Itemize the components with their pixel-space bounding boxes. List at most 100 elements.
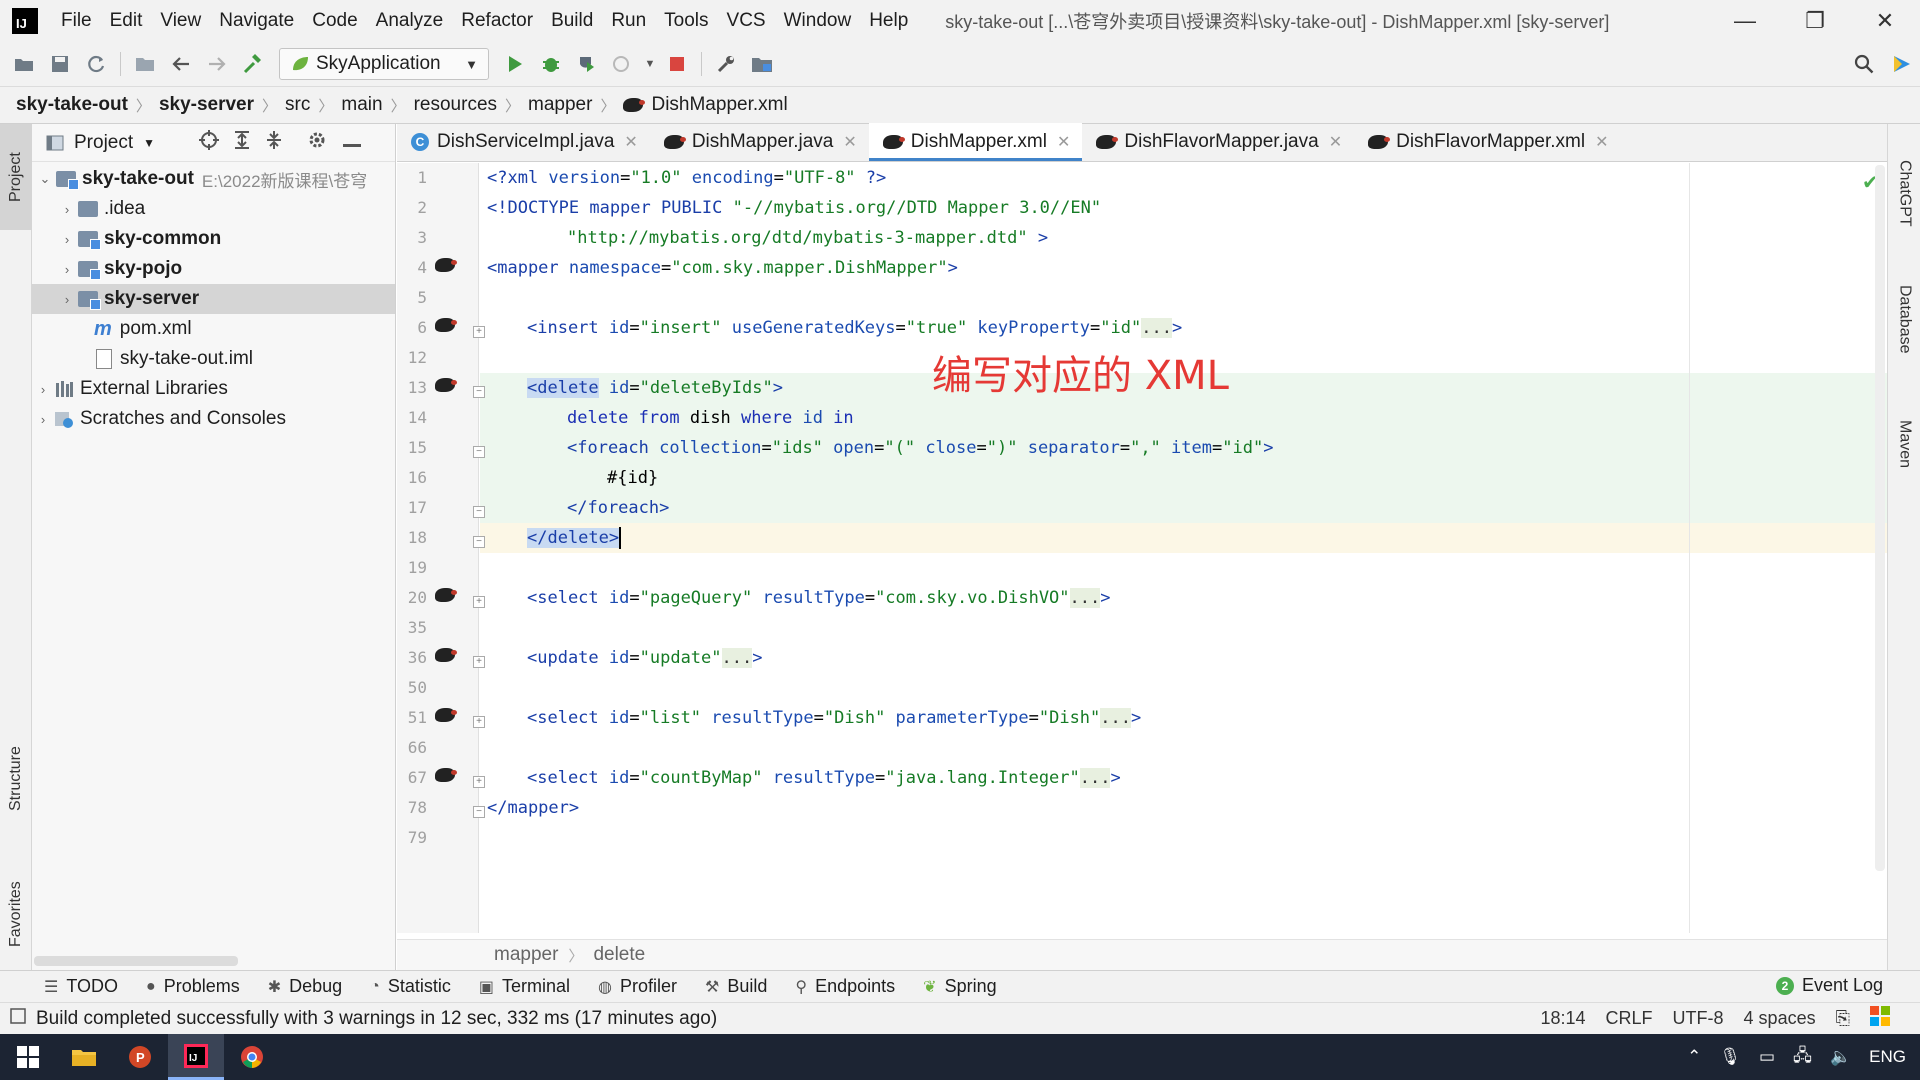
menu-view[interactable]: View: [151, 10, 210, 32]
fold-expand-icon[interactable]: +: [473, 776, 485, 788]
fold-end-icon[interactable]: −: [473, 506, 485, 518]
tree-item-idea[interactable]: › .idea: [32, 194, 395, 224]
close-tab-icon[interactable]: ✕: [843, 132, 856, 152]
build-tab[interactable]: ⚒ Build: [705, 976, 767, 997]
tab-dishflavormapper-xml[interactable]: DishFlavorMapper.xml ✕: [1354, 123, 1620, 161]
tree-item-pom-xml[interactable]: m pom.xml: [32, 314, 395, 344]
collapsed-arrow-icon[interactable]: ›: [56, 262, 78, 277]
memory-indicator-icon[interactable]: [1870, 1005, 1890, 1031]
tree-item-sky-common[interactable]: › sky-common: [32, 224, 395, 254]
fold-collapse-icon[interactable]: −: [473, 446, 485, 458]
code-editor[interactable]: 1 2 3 4 5 6 12 13 14 15 16 17 18 19 20 3…: [397, 163, 1887, 933]
statistic-tab[interactable]: ◔ Statistic: [370, 976, 451, 997]
project-structure-icon[interactable]: [127, 46, 163, 82]
fold-collapse-icon[interactable]: −: [473, 386, 485, 398]
battery-icon[interactable]: ▭: [1759, 1047, 1775, 1067]
file-encoding[interactable]: UTF-8: [1673, 1008, 1724, 1029]
tree-item-external-libraries[interactable]: › External Libraries: [32, 374, 395, 404]
menu-analyze[interactable]: Analyze: [367, 10, 453, 32]
jetbrains-toolbox-icon[interactable]: [1884, 46, 1920, 82]
run-configuration-select[interactable]: SkyApplication ▼: [279, 48, 489, 80]
mybatis-navigate-icon[interactable]: [435, 258, 457, 272]
mybatis-navigate-icon[interactable]: [435, 588, 457, 602]
editor-breadcrumb-item[interactable]: mapper: [494, 944, 558, 966]
volume-icon[interactable]: 🔈: [1830, 1047, 1851, 1067]
collapse-all-icon[interactable]: [265, 130, 283, 156]
collapsed-arrow-icon[interactable]: ›: [56, 202, 78, 217]
coverage-icon[interactable]: [569, 46, 605, 82]
menu-refactor[interactable]: Refactor: [452, 10, 542, 32]
mybatis-navigate-icon[interactable]: [435, 378, 457, 392]
wrench-icon[interactable]: [708, 46, 744, 82]
mybatis-navigate-icon[interactable]: [435, 648, 457, 662]
more-run-chevron-icon[interactable]: ▼: [641, 46, 659, 82]
breadcrumb-item[interactable]: sky-server: [159, 94, 254, 116]
tree-item-sky-server[interactable]: › sky-server: [32, 284, 395, 314]
breadcrumb-item[interactable]: mapper: [528, 94, 592, 116]
collapsed-arrow-icon[interactable]: ›: [32, 412, 54, 427]
mybatis-navigate-icon[interactable]: [435, 318, 457, 332]
menu-build[interactable]: Build: [542, 10, 602, 32]
favorites-tool-tab[interactable]: Favorites: [0, 860, 32, 968]
maximize-button[interactable]: ❐: [1780, 0, 1850, 42]
profiler-tab[interactable]: ◍ Profiler: [598, 976, 677, 997]
minimize-button[interactable]: —: [1710, 0, 1780, 42]
problems-tab[interactable]: ● Problems: [146, 976, 240, 997]
file-explorer-icon[interactable]: [56, 1034, 112, 1080]
chatgpt-tool-tab[interactable]: ChatGPT: [1888, 138, 1920, 248]
fold-expand-icon[interactable]: +: [473, 716, 485, 728]
tree-item-sky-pojo[interactable]: › sky-pojo: [32, 254, 395, 284]
chrome-icon[interactable]: [224, 1034, 280, 1080]
line-separator[interactable]: CRLF: [1606, 1008, 1653, 1029]
indent-setting[interactable]: 4 spaces: [1744, 1008, 1816, 1029]
expand-all-icon[interactable]: [233, 130, 251, 156]
tab-dishmapper-java[interactable]: DishMapper.java ✕: [650, 123, 869, 161]
close-button[interactable]: ✕: [1850, 0, 1920, 42]
menu-edit[interactable]: Edit: [101, 10, 152, 32]
project-structure-button-icon[interactable]: [744, 46, 780, 82]
editor-vertical-scrollbar[interactable]: [1875, 165, 1885, 871]
project-horizontal-scrollbar[interactable]: [34, 956, 238, 966]
mybatis-navigate-icon[interactable]: [435, 768, 457, 782]
fold-expand-icon[interactable]: +: [473, 326, 485, 338]
tree-item-sky-take-out[interactable]: ⌄ sky-take-out E:\2022新版课程\苍穹: [32, 164, 395, 194]
profile-icon[interactable]: [605, 46, 641, 82]
event-log-tab[interactable]: 2 Event Log: [1776, 975, 1883, 996]
hide-panel-icon[interactable]: [343, 132, 362, 154]
gear-icon[interactable]: [307, 130, 327, 156]
lock-icon[interactable]: ⎘: [1836, 1008, 1850, 1029]
menu-window[interactable]: Window: [775, 10, 861, 32]
breadcrumb-item[interactable]: resources: [414, 94, 497, 116]
menu-help[interactable]: Help: [860, 10, 917, 32]
project-tool-tab[interactable]: Project: [0, 124, 32, 230]
locate-icon[interactable]: [199, 129, 220, 156]
network-icon[interactable]: 🖧: [1793, 1043, 1812, 1072]
back-arrow-icon[interactable]: [163, 46, 199, 82]
collapsed-arrow-icon[interactable]: ›: [56, 232, 78, 247]
menu-vcs[interactable]: VCS: [718, 10, 775, 32]
database-tool-tab[interactable]: Database: [1888, 264, 1920, 374]
microphone-icon[interactable]: 🎙: [1719, 1047, 1741, 1067]
spring-tab[interactable]: ❦ Spring: [923, 976, 996, 997]
terminal-tab[interactable]: ▣ Terminal: [479, 976, 570, 997]
tab-dishflavormapper-java[interactable]: DishFlavorMapper.java ✕: [1082, 123, 1354, 161]
fold-expand-icon[interactable]: +: [473, 656, 485, 668]
fold-end-icon[interactable]: −: [473, 536, 485, 548]
menu-tools[interactable]: Tools: [655, 10, 717, 32]
todo-tab[interactable]: ☰ TODO: [44, 976, 118, 997]
breadcrumb-item[interactable]: DishMapper.xml: [651, 94, 787, 116]
editor-breadcrumb-item[interactable]: delete: [593, 944, 645, 966]
tree-item-iml[interactable]: sky-take-out.iml: [32, 344, 395, 374]
menu-code[interactable]: Code: [303, 10, 366, 32]
breadcrumb-item[interactable]: sky-take-out: [16, 94, 128, 116]
debug-icon[interactable]: [533, 46, 569, 82]
open-folder-icon[interactable]: [6, 46, 42, 82]
search-everywhere-icon[interactable]: [1846, 46, 1882, 82]
fold-expand-icon[interactable]: +: [473, 596, 485, 608]
sync-icon[interactable]: [78, 46, 114, 82]
menu-file[interactable]: File: [52, 10, 101, 32]
endpoints-tab[interactable]: ⚲ Endpoints: [795, 976, 895, 997]
status-panel-toggle-icon[interactable]: [10, 1007, 26, 1030]
intellij-taskbar-icon[interactable]: IJ: [168, 1034, 224, 1080]
close-tab-icon[interactable]: ✕: [1329, 132, 1342, 152]
